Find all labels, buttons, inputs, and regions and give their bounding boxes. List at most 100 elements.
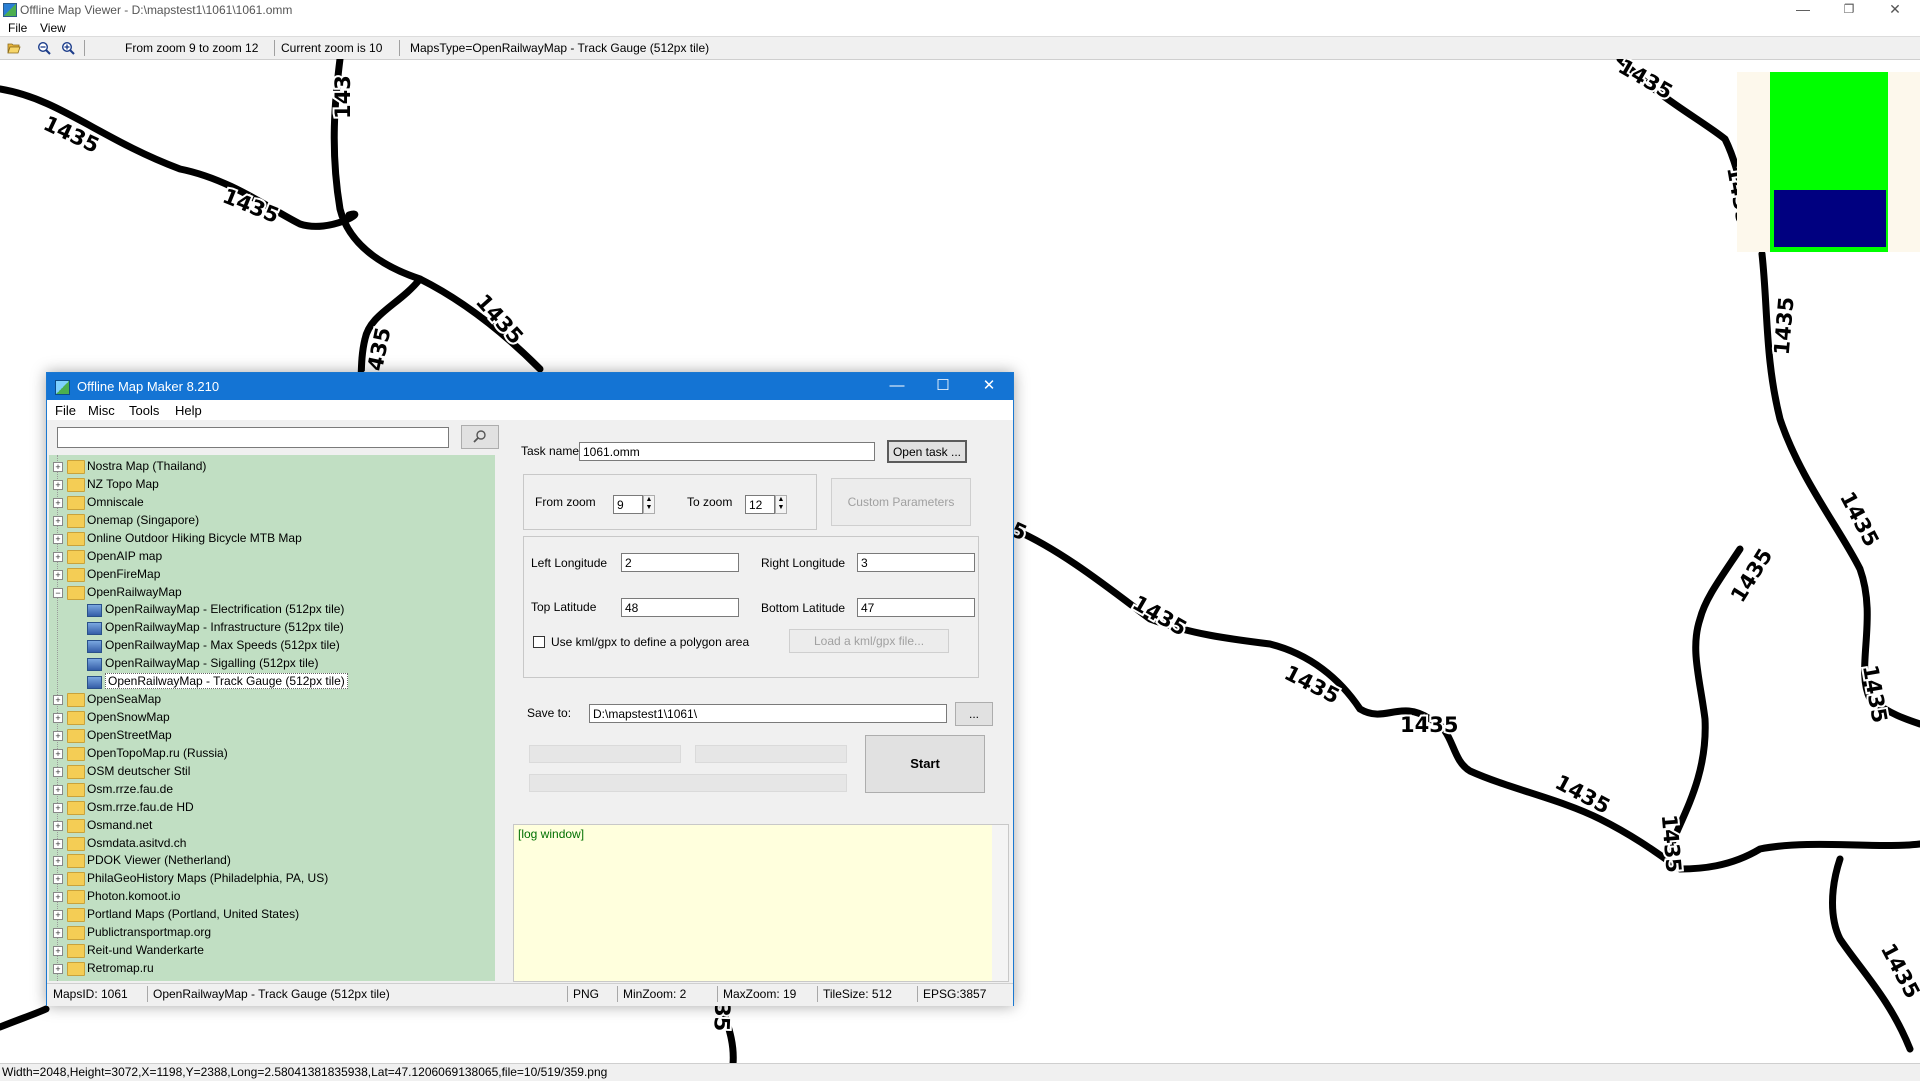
tree-map-item[interactable]: OpenRailwayMap - Max Speeds (512px tile): [49, 637, 489, 655]
folder-icon: [67, 854, 85, 869]
tree-folder-item[interactable]: + Nostra Map (Thailand): [49, 458, 489, 476]
expand-icon[interactable]: +: [53, 874, 63, 885]
menu-file[interactable]: File: [55, 403, 76, 418]
tree-folder-item[interactable]: + Online Outdoor Hiking Bicycle MTB Map: [49, 530, 489, 548]
restore-icon[interactable]: ❐: [1826, 0, 1872, 20]
tree-folder-item[interactable]: + OpenSnowMap: [49, 709, 489, 727]
expand-icon[interactable]: +: [53, 946, 63, 957]
tree-folder-item[interactable]: + Photon.komoot.io: [49, 888, 489, 906]
maximize-icon[interactable]: ☐: [923, 376, 963, 398]
to-zoom-spinner[interactable]: ▲ ▼: [775, 495, 787, 514]
tree-folder-item[interactable]: + Osmdata.asitvd.ch: [49, 835, 489, 853]
tree-folder-item[interactable]: + NZ Topo Map: [49, 476, 489, 494]
expand-icon[interactable]: +: [53, 497, 63, 508]
expand-icon[interactable]: +: [53, 838, 63, 849]
to-zoom-label: To zoom: [687, 495, 733, 509]
railway-line: [0, 1005, 50, 1031]
tree-folder-item[interactable]: + Onemap (Singapore): [49, 512, 489, 530]
menu-view[interactable]: View: [40, 21, 66, 35]
from-zoom-spinner[interactable]: ▲ ▼: [643, 495, 655, 514]
collapse-icon[interactable]: −: [53, 587, 63, 598]
expand-icon[interactable]: +: [53, 479, 63, 490]
tree-folder-item[interactable]: − OpenRailwayMap: [49, 584, 489, 602]
expand-icon[interactable]: +: [53, 964, 63, 975]
menu-file[interactable]: File: [8, 21, 27, 35]
tree-item-label: OpenRailwayMap - Track Gauge (512px tile…: [105, 673, 348, 690]
expand-icon[interactable]: +: [53, 820, 63, 831]
expand-icon[interactable]: +: [53, 515, 63, 526]
log-window[interactable]: [log window]: [513, 824, 1009, 982]
search-input[interactable]: [57, 427, 449, 448]
tree-folder-item[interactable]: + OpenFireMap: [49, 566, 489, 584]
expand-icon[interactable]: +: [53, 551, 63, 562]
tree-map-item[interactable]: OpenRailwayMap - Track Gauge (512px tile…: [49, 673, 489, 691]
expand-icon[interactable]: +: [53, 569, 63, 580]
expand-icon[interactable]: +: [53, 856, 63, 867]
menu-help[interactable]: Help: [175, 403, 202, 418]
search-button[interactable]: [461, 425, 499, 449]
expand-icon[interactable]: +: [53, 892, 63, 903]
tree-folder-item[interactable]: + Osm.rrze.fau.de: [49, 781, 489, 799]
overview-viewport[interactable]: [1774, 190, 1886, 247]
expand-icon[interactable]: +: [53, 533, 63, 544]
load-kml-button[interactable]: Load a kml/gpx file...: [789, 629, 949, 653]
left-longitude-input[interactable]: 2: [621, 553, 739, 572]
expand-icon[interactable]: +: [53, 928, 63, 939]
bottom-latitude-input[interactable]: 47: [857, 598, 975, 617]
tree-folder-item[interactable]: + PDOK Viewer (Netherland): [49, 852, 489, 870]
tree-item-label: OpenRailwayMap - Max Speeds (512px tile): [105, 638, 340, 653]
expand-icon[interactable]: +: [53, 802, 63, 813]
tree-folder-item[interactable]: + Reit-und Wanderkarte: [49, 942, 489, 960]
overview-minimap[interactable]: [1737, 72, 1920, 252]
close-icon[interactable]: ✕: [969, 376, 1009, 398]
tree-folder-item[interactable]: + PhilaGeoHistory Maps (Philadelphia, PA,…: [49, 870, 489, 888]
tree-folder-item[interactable]: + Osm.rrze.fau.de HD: [49, 799, 489, 817]
folder-icon: [67, 693, 85, 708]
expand-icon[interactable]: +: [53, 695, 63, 706]
task-name-input[interactable]: 1061.omm: [579, 442, 875, 461]
tree-folder-item[interactable]: + OpenAIP map: [49, 548, 489, 566]
zoom-out-icon[interactable]: [37, 41, 51, 55]
tree-map-item[interactable]: OpenRailwayMap - Electrification (512px …: [49, 601, 489, 619]
menu-misc[interactable]: Misc: [88, 403, 115, 418]
expand-icon[interactable]: +: [53, 730, 63, 741]
tree-folder-item[interactable]: + Portland Maps (Portland, United States): [49, 906, 489, 924]
minimize-icon[interactable]: —: [877, 376, 917, 398]
tree-map-item[interactable]: OpenRailwayMap - Infrastructure (512px t…: [49, 619, 489, 637]
tree-folder-item[interactable]: + Retromap.ru: [49, 960, 489, 978]
tree-folder-item[interactable]: + OpenTopoMap.ru (Russia): [49, 745, 489, 763]
folder-icon: [67, 890, 85, 905]
open-task-button[interactable]: Open task ...: [887, 440, 967, 463]
expand-icon[interactable]: +: [53, 748, 63, 759]
kml-checkbox[interactable]: [533, 636, 545, 648]
tree-folder-item[interactable]: + OpenStreetMap: [49, 727, 489, 745]
to-zoom-input[interactable]: 12: [745, 495, 775, 514]
custom-parameters-button[interactable]: Custom Parameters: [831, 478, 971, 526]
tree-folder-item[interactable]: + OSM deutscher Stil: [49, 763, 489, 781]
top-latitude-input[interactable]: 48: [621, 598, 739, 617]
save-to-input[interactable]: D:\mapstest1\1061\: [589, 704, 947, 723]
expand-icon[interactable]: +: [53, 784, 63, 795]
expand-icon[interactable]: +: [53, 910, 63, 921]
minimize-icon[interactable]: —: [1780, 0, 1826, 20]
map-tree[interactable]: + Nostra Map (Thailand) + NZ Topo Map + Omnis…: [49, 455, 495, 981]
tree-folder-item[interactable]: + Osmand.net: [49, 817, 489, 835]
zoom-in-icon[interactable]: [61, 41, 75, 55]
folder-open-icon[interactable]: [7, 41, 21, 55]
tree-folder-item[interactable]: + Omniscale: [49, 494, 489, 512]
browse-button[interactable]: ...: [955, 702, 993, 726]
log-scrollbar[interactable]: [992, 825, 1008, 981]
offline-map-maker-window: Offline Map Maker 8.210 — ☐ ✕ File Misc …: [46, 372, 1014, 1006]
tree-folder-item[interactable]: + OpenSeaMap: [49, 691, 489, 709]
tree-map-item[interactable]: OpenRailwayMap - Sigalling (512px tile): [49, 655, 489, 673]
expand-icon[interactable]: +: [53, 713, 63, 724]
expand-icon[interactable]: +: [53, 766, 63, 777]
menu-tools[interactable]: Tools: [129, 403, 159, 418]
from-zoom-input[interactable]: 9: [613, 495, 643, 514]
kml-checkbox-label: Use kml/gpx to define a polygon area: [551, 635, 750, 649]
tree-folder-item[interactable]: + Publictransportmap.org: [49, 924, 489, 942]
start-button[interactable]: Start: [865, 735, 985, 793]
close-icon[interactable]: ✕: [1872, 0, 1918, 20]
right-longitude-input[interactable]: 3: [857, 553, 975, 572]
expand-icon[interactable]: +: [53, 462, 63, 472]
